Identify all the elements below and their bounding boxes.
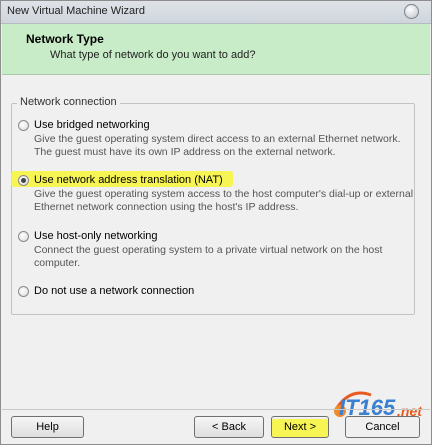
back-button[interactable]: < Back	[194, 416, 264, 438]
option-label: Do not use a network connection	[34, 285, 195, 297]
radio-nat[interactable]	[18, 175, 29, 186]
window-title: New Virtual Machine Wizard	[7, 5, 145, 17]
radio-no-network[interactable]	[18, 286, 29, 297]
page-title: Network Type	[26, 32, 104, 46]
close-icon[interactable]	[404, 4, 419, 19]
cancel-button[interactable]: Cancel	[345, 416, 420, 438]
help-button[interactable]: Help	[11, 416, 84, 438]
next-button[interactable]: Next >	[271, 416, 329, 438]
footer-divider	[2, 409, 430, 410]
page-subtitle: What type of network do you want to add?	[50, 49, 256, 61]
option-description: Give the guest operating system direct a…	[34, 133, 401, 158]
option-description: Give the guest operating system access t…	[34, 188, 414, 213]
option-description: Connect the guest operating system to a …	[34, 244, 383, 269]
group-label: Network connection	[17, 96, 120, 108]
radio-host-only[interactable]	[18, 231, 29, 242]
wizard-header: Network Type What type of network do you…	[2, 24, 430, 75]
wizard-window: New Virtual Machine Wizard Network Type …	[0, 0, 432, 445]
radio-bridged[interactable]	[18, 120, 29, 131]
option-label: Use bridged networking	[34, 119, 150, 131]
title-bar[interactable]: New Virtual Machine Wizard	[1, 1, 431, 24]
option-label: Use host-only networking	[34, 230, 158, 242]
option-label: Use network address translation (NAT)	[34, 174, 223, 186]
